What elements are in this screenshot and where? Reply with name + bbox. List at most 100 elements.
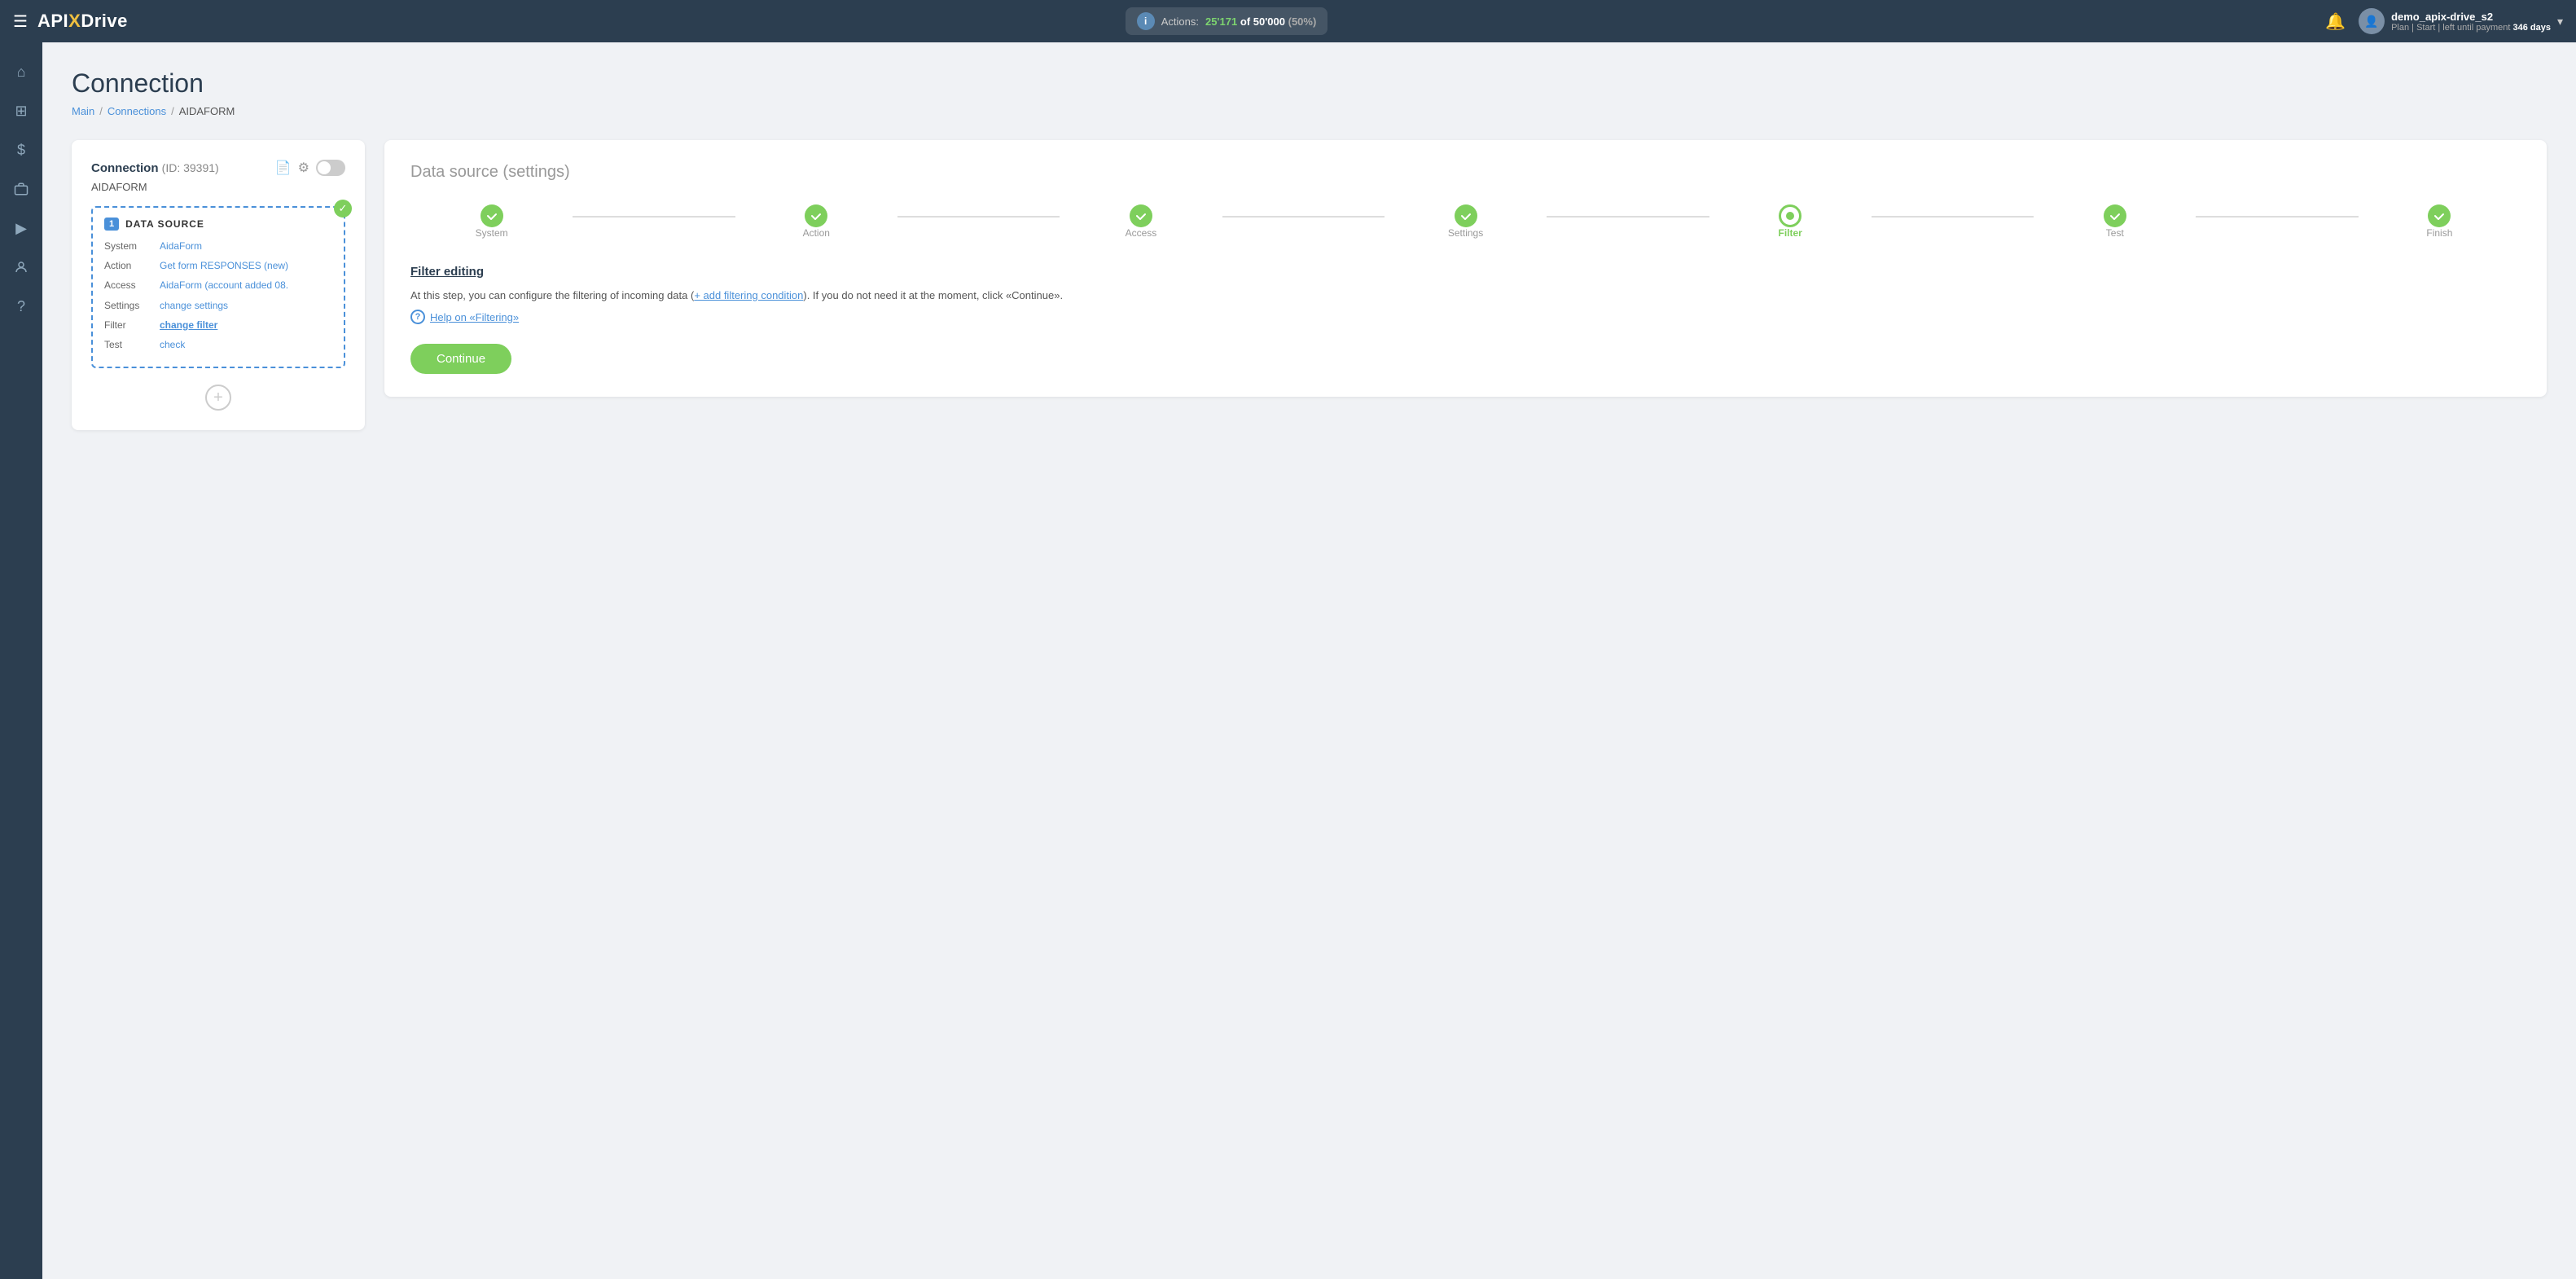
- sidebar: ⌂ ⊞ $ ▶ ?: [0, 42, 42, 1279]
- step-circle-system: [481, 204, 503, 227]
- step-label-system: System: [476, 227, 508, 239]
- logo-x: X: [68, 11, 81, 31]
- step-label-action: Action: [803, 227, 830, 239]
- main-content: Connection Main / Connections / AIDAFORM…: [42, 42, 2576, 1279]
- ds-row-action: Action Get form RESPONSES (new): [104, 258, 332, 274]
- ds-key-access: Access: [104, 278, 153, 293]
- user-info: demo_apix-drive_s2 Plan | Start | left u…: [2391, 11, 2551, 33]
- chevron-down-icon: ▾: [2557, 15, 2563, 29]
- step-action: Action: [735, 204, 897, 239]
- ds-val-filter[interactable]: change filter: [160, 318, 217, 333]
- step-settings: Settings: [1385, 204, 1547, 239]
- datasource-box: ✓ 1 DATA SOURCE System AidaForm Action G…: [91, 206, 345, 368]
- sidebar-item-user[interactable]: [5, 251, 37, 283]
- user-plan: Plan | Start | left until payment 346 da…: [2391, 23, 2551, 33]
- step-circle-action: [805, 204, 827, 227]
- logo-api: API: [37, 11, 68, 31]
- ds-row-system: System AidaForm: [104, 239, 332, 254]
- sidebar-item-billing[interactable]: $: [5, 134, 37, 166]
- breadcrumb-main[interactable]: Main: [72, 105, 94, 117]
- user-name: demo_apix-drive_s2: [2391, 11, 2551, 23]
- toggle-switch[interactable]: [316, 160, 345, 176]
- left-card-title: Connection (ID: 39391): [91, 161, 219, 175]
- section-desc: At this step, you can configure the filt…: [410, 287, 2521, 305]
- gear-icon[interactable]: ⚙: [298, 160, 309, 176]
- user-area[interactable]: 👤 demo_apix-drive_s2 Plan | Start | left…: [2359, 8, 2563, 34]
- step-access: Access: [1060, 204, 1222, 239]
- ds-key-system: System: [104, 239, 153, 254]
- hamburger-icon[interactable]: ☰: [13, 11, 28, 32]
- topnav-right: 🔔 👤 demo_apix-drive_s2 Plan | Start | le…: [2325, 8, 2563, 34]
- step-label-test: Test: [2106, 227, 2124, 239]
- left-card: Connection (ID: 39391) 📄 ⚙ AIDAFORM ✓ 1 …: [72, 140, 365, 430]
- ds-val-settings[interactable]: change settings: [160, 298, 228, 314]
- step-test: Test: [2034, 204, 2196, 239]
- left-card-header: Connection (ID: 39391) 📄 ⚙: [91, 160, 345, 176]
- left-card-id: (ID: 39391): [162, 161, 219, 174]
- connector-5: [1872, 216, 2034, 218]
- actions-count: 25'171 of 50'000 (50%): [1205, 15, 1316, 28]
- breadcrumb-connections[interactable]: Connections: [108, 105, 166, 117]
- step-label-filter: Filter: [1778, 227, 1801, 239]
- help-filtering-link[interactable]: Help on «Filtering»: [430, 311, 519, 323]
- breadcrumb-current: AIDAFORM: [179, 105, 235, 117]
- step-circle-finish: [2428, 204, 2451, 227]
- continue-button[interactable]: Continue: [410, 344, 511, 374]
- connector-2: [897, 216, 1060, 218]
- add-filter-condition-link[interactable]: + add filtering condition: [694, 289, 803, 301]
- ds-val-system[interactable]: AidaForm: [160, 239, 202, 254]
- logo: APIXDrive: [37, 11, 128, 32]
- ds-row-settings: Settings change settings: [104, 298, 332, 314]
- connector-3: [1222, 216, 1385, 218]
- ds-val-test[interactable]: check: [160, 337, 185, 353]
- actions-label: Actions:: [1161, 15, 1199, 28]
- connector-6: [2196, 216, 2358, 218]
- step-system: System: [410, 204, 573, 239]
- cards-row: Connection (ID: 39391) 📄 ⚙ AIDAFORM ✓ 1 …: [72, 140, 2547, 430]
- step-label-access: Access: [1126, 227, 1157, 239]
- breadcrumb-sep-2: /: [171, 105, 174, 117]
- ds-key-settings: Settings: [104, 298, 153, 314]
- datasource-header: 1 DATA SOURCE: [104, 218, 332, 231]
- step-circle-filter: [1779, 204, 1801, 227]
- actions-summary: i Actions: 25'171 of 50'000 (50%): [1126, 7, 1328, 35]
- add-block-button[interactable]: +: [205, 385, 231, 411]
- step-label-settings: Settings: [1448, 227, 1483, 239]
- avatar: 👤: [2359, 8, 2385, 34]
- sidebar-item-play[interactable]: ▶: [5, 212, 37, 244]
- ds-key-filter: Filter: [104, 318, 153, 333]
- bell-icon[interactable]: 🔔: [2325, 11, 2346, 32]
- step-circle-access: [1130, 204, 1152, 227]
- ds-row-test: Test check: [104, 337, 332, 353]
- datasource-num: 1: [104, 218, 119, 231]
- ds-row-filter: Filter change filter: [104, 318, 332, 333]
- page-title: Connection: [72, 68, 2547, 99]
- doc-icon[interactable]: 📄: [275, 160, 292, 176]
- step-circle-settings: [1455, 204, 1477, 227]
- sidebar-item-work[interactable]: [5, 173, 37, 205]
- connector-1: [573, 216, 735, 218]
- topnav: ☰ APIXDrive i Actions: 25'171 of 50'000 …: [0, 0, 2576, 42]
- actions-info-icon: i: [1137, 12, 1155, 30]
- breadcrumb-sep-1: /: [99, 105, 103, 117]
- ds-val-access[interactable]: AidaForm (account added 08.: [160, 278, 288, 293]
- ds-val-action[interactable]: Get form RESPONSES (new): [160, 258, 288, 274]
- ds-key-action: Action: [104, 258, 153, 274]
- steps-container: System Action Access: [410, 204, 2521, 239]
- actions-used: 25'171: [1205, 15, 1237, 28]
- actions-total: of 50'000: [1240, 15, 1285, 28]
- logo-text: APIXDrive: [37, 11, 128, 32]
- right-card-title: Data source (settings): [410, 163, 2521, 182]
- connection-name: AIDAFORM: [91, 181, 345, 193]
- sidebar-item-grid[interactable]: ⊞: [5, 94, 37, 127]
- left-card-icons: 📄 ⚙: [275, 160, 345, 176]
- actions-pct: (50%): [1288, 15, 1317, 28]
- datasource-done-badge: ✓: [334, 200, 352, 218]
- sidebar-item-home[interactable]: ⌂: [5, 55, 37, 88]
- help-icon: ?: [410, 310, 425, 324]
- help-row: ? Help on «Filtering»: [410, 310, 2521, 324]
- sidebar-item-help[interactable]: ?: [5, 290, 37, 323]
- connector-4: [1547, 216, 1709, 218]
- step-finish: Finish: [2359, 204, 2521, 239]
- section-title: Filter editing: [410, 265, 2521, 279]
